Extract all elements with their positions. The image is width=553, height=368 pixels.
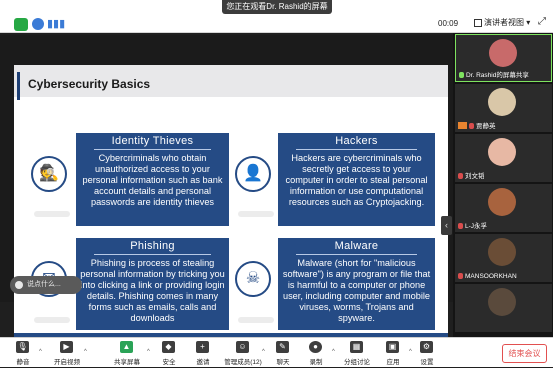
participant-tile[interactable]: L-J永孚 [455,184,552,232]
fullscreen-icon[interactable]: ⤢ [538,16,546,27]
participant-name: Dr. Rashid的屏幕共享 [459,69,529,79]
camera-icon: ▶ [60,341,73,353]
card-title: Phishing [130,240,175,252]
avatar [488,288,516,316]
card-body: Hackers are cybercriminals who secretly … [285,153,428,207]
icon-reflection [238,317,274,323]
comment-input[interactable]: 说点什么... [10,276,82,294]
speaker-view-button[interactable]: 演讲者视图 ▾ [484,17,530,28]
share-screen-icon: ▲ [120,341,133,353]
card-title: Identity Thieves [111,135,194,147]
microphone-muted-icon [458,223,463,229]
participant-name: L-J永孚 [458,220,487,230]
card-title: Malware [334,240,379,252]
card-body: Phishing is process of stealing personal… [80,258,225,323]
participant-name: 贾静英 [458,120,496,130]
signal-icon[interactable]: ▮▮▮ [47,17,65,30]
settings-button[interactable]: ⚙ 设置 [404,338,450,368]
invite-icon: + [196,341,209,353]
participant-tile[interactable] [455,284,552,332]
participant-name: MANSOORKHAN [458,273,517,280]
avatar [488,188,516,216]
icon-reflection [34,317,70,323]
shield-icon[interactable] [14,18,28,31]
avatar [489,39,517,67]
comment-placeholder: 说点什么... [27,281,61,288]
meeting-toolbar: 🎙 静音 ^ ▶ 开启视频 ^ ▲ 共享屏幕 ^ ◆ 安全 + 邀请 ☺ 管理成… [0,337,553,367]
card-hackers: Hackers Hackers are cybercriminals who s… [278,133,435,226]
info-icon[interactable] [32,18,44,30]
participant-tile[interactable]: 刘文韬 [455,134,552,182]
card-divider [94,254,211,255]
icon-reflection [34,211,70,217]
microphone-muted-icon [469,123,474,129]
hacker-icon: 👤 [235,156,271,192]
microphone-muted-icon [458,173,463,179]
viewing-banner[interactable]: 您正在观看Dr. Rashid的屏幕 [222,0,332,14]
chat-icon: ✎ [276,341,289,353]
avatar [488,238,516,266]
malware-icon: ☠ [235,261,271,297]
card-malware: Malware Malware (short for "malicious so… [278,238,435,330]
chevron-up-icon[interactable]: ^ [39,349,42,355]
card-body: Cybercriminals who obtain unauthorized a… [82,153,223,207]
chevron-up-icon[interactable]: ^ [84,349,87,355]
slide-title: Cybersecurity Basics [28,77,151,91]
avatar [488,88,516,116]
shared-screen: Cybersecurity Basics 🕵 👤 ✉ ☠ Identity Th… [0,35,453,347]
participants-panel: Dr. Rashid的屏幕共享 贾静英 刘文韬 L-J永孚 MANSOORKHA… [453,33,553,337]
top-bar: ▮▮▮ 您正在观看Dr. Rashid的屏幕 00:09 演讲者视图 ▾ ⤢ [0,0,553,33]
apps-icon: ▣ [386,341,399,353]
collapse-panel-button[interactable]: ‹ [441,216,452,235]
avatar [488,138,516,166]
title-accent-bar [17,72,20,100]
presentation-slide: Cybersecurity Basics 🕵 👤 ✉ ☠ Identity Th… [14,65,448,347]
meeting-timer: 00:09 [438,19,459,28]
participant-tile[interactable]: Dr. Rashid的屏幕共享 [455,34,552,82]
card-divider [296,254,417,255]
card-phishing: Phishing Phishing is process of stealing… [76,238,229,330]
shield-icon: ◆ [162,341,175,353]
microphone-muted-icon [458,273,463,279]
card-divider [94,149,211,150]
icon-reflection [238,211,274,217]
participant-tile[interactable]: MANSOORKHAN [455,234,552,282]
participant-tile[interactable]: 贾静英 [455,84,552,132]
card-identity-thieves: Identity Thieves Cybercriminals who obta… [76,133,229,226]
view-label: 演讲者视图 [484,18,524,27]
comment-icon [15,281,23,289]
record-icon: ● [309,341,322,353]
card-body: Malware (short for "malicious software")… [282,258,431,323]
end-meeting-button[interactable]: 结束会议 [502,344,547,363]
card-title: Hackers [335,135,378,147]
breakout-icon: ▦ [350,341,363,353]
grid-icon[interactable] [474,19,482,27]
participants-icon: ☺ [236,341,249,353]
host-badge-icon [458,122,467,129]
participant-name: 刘文韬 [458,170,485,180]
share-screen-button[interactable]: ▲ 共享屏幕 [104,338,150,368]
microphone-icon: 🎙 [16,341,29,353]
settings-icon: ⚙ [420,341,433,353]
thief-icon: 🕵 [31,156,67,192]
microphone-icon [459,72,464,78]
card-divider [296,149,417,150]
